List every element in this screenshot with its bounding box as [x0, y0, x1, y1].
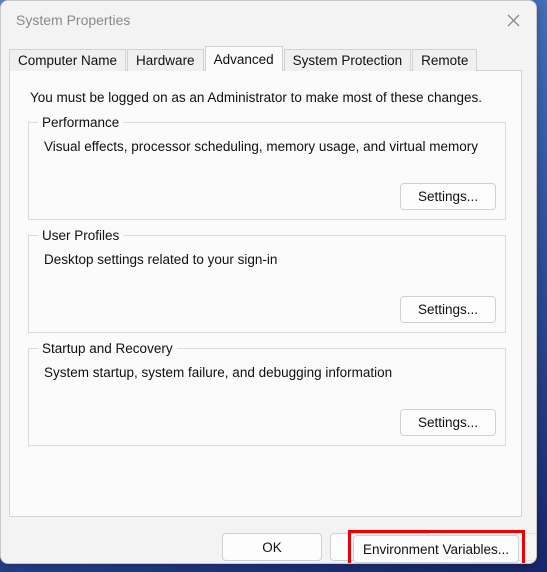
user-profiles-settings-button[interactable]: Settings... — [400, 296, 496, 323]
title-bar: System Properties — [1, 1, 536, 41]
tab-strip: Computer Name Hardware Advanced System P… — [9, 46, 528, 71]
system-properties-window: System Properties Computer Name Hardware… — [0, 0, 537, 564]
administrator-note: You must be logged on as an Administrato… — [30, 90, 483, 105]
close-icon[interactable] — [490, 1, 536, 39]
tab-hardware[interactable]: Hardware — [127, 49, 204, 71]
tab-system-protection[interactable]: System Protection — [283, 49, 412, 71]
performance-group-legend: Performance — [38, 115, 124, 130]
user-profiles-description: Desktop settings related to your sign-in — [44, 252, 278, 267]
performance-settings-button[interactable]: Settings... — [400, 183, 496, 210]
window-title: System Properties — [16, 12, 131, 28]
user-profiles-group: User Profiles Desktop settings related t… — [28, 228, 506, 333]
startup-and-recovery-settings-button[interactable]: Settings... — [400, 409, 496, 436]
environment-variables-button[interactable]: Environment Variables... — [353, 535, 519, 563]
advanced-tab-panel: You must be logged on as an Administrato… — [9, 70, 525, 563]
user-profiles-group-legend: User Profiles — [38, 228, 124, 243]
tab-advanced[interactable]: Advanced — [204, 46, 283, 71]
tab-computer-name[interactable]: Computer Name — [9, 49, 127, 71]
ok-button[interactable]: OK — [222, 533, 322, 561]
startup-and-recovery-description: System startup, system failure, and debu… — [44, 365, 393, 380]
performance-group: Performance Visual effects, processor sc… — [28, 115, 506, 220]
performance-description: Visual effects, processor scheduling, me… — [44, 139, 478, 154]
startup-and-recovery-group: Startup and Recovery System startup, sys… — [28, 341, 506, 446]
tab-remote[interactable]: Remote — [412, 49, 478, 71]
startup-and-recovery-group-legend: Startup and Recovery — [38, 341, 177, 356]
